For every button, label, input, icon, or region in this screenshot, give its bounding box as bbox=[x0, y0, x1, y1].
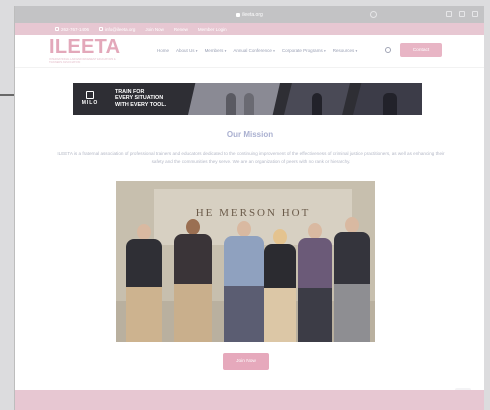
person-head bbox=[237, 221, 251, 237]
member-login-link[interactable]: Member Login bbox=[198, 27, 227, 32]
menu-resources-label: Resources bbox=[332, 48, 355, 53]
banner-figure bbox=[312, 93, 322, 115]
banner-image-panel bbox=[188, 83, 280, 115]
person-torso bbox=[126, 239, 162, 287]
person-torso bbox=[298, 238, 332, 288]
photo-person bbox=[334, 217, 370, 342]
banner-brand-logo: MILO bbox=[79, 91, 101, 106]
person-torso bbox=[174, 234, 212, 284]
person-head bbox=[273, 229, 287, 245]
person-torso bbox=[264, 244, 296, 288]
photo-person bbox=[174, 219, 212, 342]
phone-text: 262-767-1406 bbox=[61, 26, 90, 32]
chevron-down-icon: ▾ bbox=[323, 49, 326, 53]
person-legs bbox=[334, 284, 370, 342]
menu-about-us[interactable]: About Us ▾ bbox=[176, 48, 198, 53]
menu-home[interactable]: Home bbox=[157, 48, 169, 53]
join-now-link[interactable]: Join Now bbox=[145, 27, 164, 32]
mission-heading: Our Mission bbox=[226, 130, 274, 139]
chevron-down-icon: ▾ bbox=[273, 49, 275, 53]
banner-image-panel bbox=[284, 83, 350, 115]
address-bar[interactable]: ileeta.org bbox=[236, 12, 263, 18]
photo-person bbox=[264, 229, 296, 342]
banner-headline: TRAIN FOR EVERY SITUATION WITH EVERY TOO… bbox=[115, 89, 166, 108]
main-menu: Home About Us ▾ Members ▾ Annual Confere… bbox=[157, 48, 357, 53]
person-legs bbox=[174, 284, 212, 342]
group-photo: HE MERSON HOT bbox=[116, 181, 375, 342]
photo-person bbox=[126, 224, 162, 342]
tabs-icon[interactable] bbox=[472, 11, 478, 17]
menu-annual-conference[interactable]: Annual Conference ▾ bbox=[233, 48, 275, 53]
banner-headline-line: WITH EVERY TOOL. bbox=[115, 101, 167, 108]
menu-annual-conference-label: Annual Conference bbox=[233, 48, 272, 53]
person-legs bbox=[224, 286, 264, 342]
banner-brand: MILO bbox=[81, 100, 99, 106]
person-torso bbox=[224, 236, 264, 286]
contact-button[interactable]: Contact bbox=[400, 43, 442, 57]
menu-about-us-label: About Us bbox=[176, 48, 195, 53]
top-contact-bar: 262-767-1406 info@ileeta.org Join Now Re… bbox=[15, 23, 484, 35]
person-legs bbox=[298, 288, 332, 342]
browser-window: ileeta.org 262-767-1406 info@ileeta.org … bbox=[14, 6, 484, 410]
email-text: info@ileeta.org bbox=[105, 26, 136, 32]
person-head bbox=[308, 223, 322, 239]
chevron-down-icon: ▾ bbox=[355, 49, 358, 53]
mission-text: ILEETA is a fraternal association of pro… bbox=[57, 151, 445, 165]
menu-corporate-programs-label: Corporate Programs bbox=[281, 48, 323, 53]
renew-link[interactable]: Renew bbox=[174, 27, 188, 32]
logo-wordmark: ILEETA bbox=[49, 36, 121, 58]
person-head bbox=[137, 224, 151, 240]
photo-backdrop-text: HE MERSON HOT bbox=[195, 207, 311, 219]
site-logo[interactable]: ILEETA INTERNATIONAL LAW ENFORCEMENT EDU… bbox=[49, 37, 120, 64]
new-tab-icon[interactable] bbox=[459, 11, 465, 17]
menu-members-label: Members bbox=[204, 48, 224, 53]
browser-toolbar: ileeta.org bbox=[15, 6, 484, 23]
email-link[interactable]: info@ileeta.org bbox=[99, 27, 135, 32]
url-text: ileeta.org bbox=[242, 11, 263, 18]
chevron-down-icon: ▾ bbox=[224, 49, 227, 53]
main-header: ILEETA INTERNATIONAL LAW ENFORCEMENT EDU… bbox=[15, 35, 484, 68]
person-head bbox=[186, 219, 200, 235]
banner-figure bbox=[226, 93, 236, 115]
banner-figure bbox=[244, 93, 254, 115]
browser-actions bbox=[446, 11, 478, 17]
footer-band bbox=[15, 390, 484, 410]
milo-logo-icon bbox=[86, 91, 94, 99]
person-legs bbox=[264, 288, 296, 342]
mail-icon bbox=[99, 27, 104, 31]
reload-icon[interactable] bbox=[370, 11, 377, 18]
photo-person bbox=[224, 221, 264, 342]
ad-banner[interactable]: MILO TRAIN FOR EVERY SITUATION WITH EVER… bbox=[73, 83, 422, 115]
search-icon[interactable] bbox=[385, 47, 391, 53]
logo-subtitle: INTERNATIONAL LAW ENFORCEMENT EDUCATORS … bbox=[49, 58, 116, 65]
chevron-down-icon: ▾ bbox=[195, 49, 198, 53]
share-icon[interactable] bbox=[446, 11, 452, 17]
banner-headline-line: EVERY SITUATION bbox=[115, 95, 164, 102]
phone-icon bbox=[55, 27, 59, 31]
person-legs bbox=[126, 287, 162, 342]
banner-image-panel bbox=[353, 83, 422, 115]
person-torso bbox=[334, 232, 370, 284]
photo-person bbox=[298, 223, 332, 342]
lock-icon bbox=[236, 12, 241, 17]
person-head bbox=[345, 217, 359, 233]
phone-link[interactable]: 262-767-1406 bbox=[55, 27, 89, 32]
join-now-button[interactable]: Join Now bbox=[223, 353, 269, 370]
menu-members[interactable]: Members ▾ bbox=[205, 48, 227, 53]
banner-figure bbox=[383, 93, 397, 115]
menu-corporate-programs[interactable]: Corporate Programs ▾ bbox=[282, 48, 326, 53]
menu-resources[interactable]: Resources ▾ bbox=[333, 48, 358, 53]
